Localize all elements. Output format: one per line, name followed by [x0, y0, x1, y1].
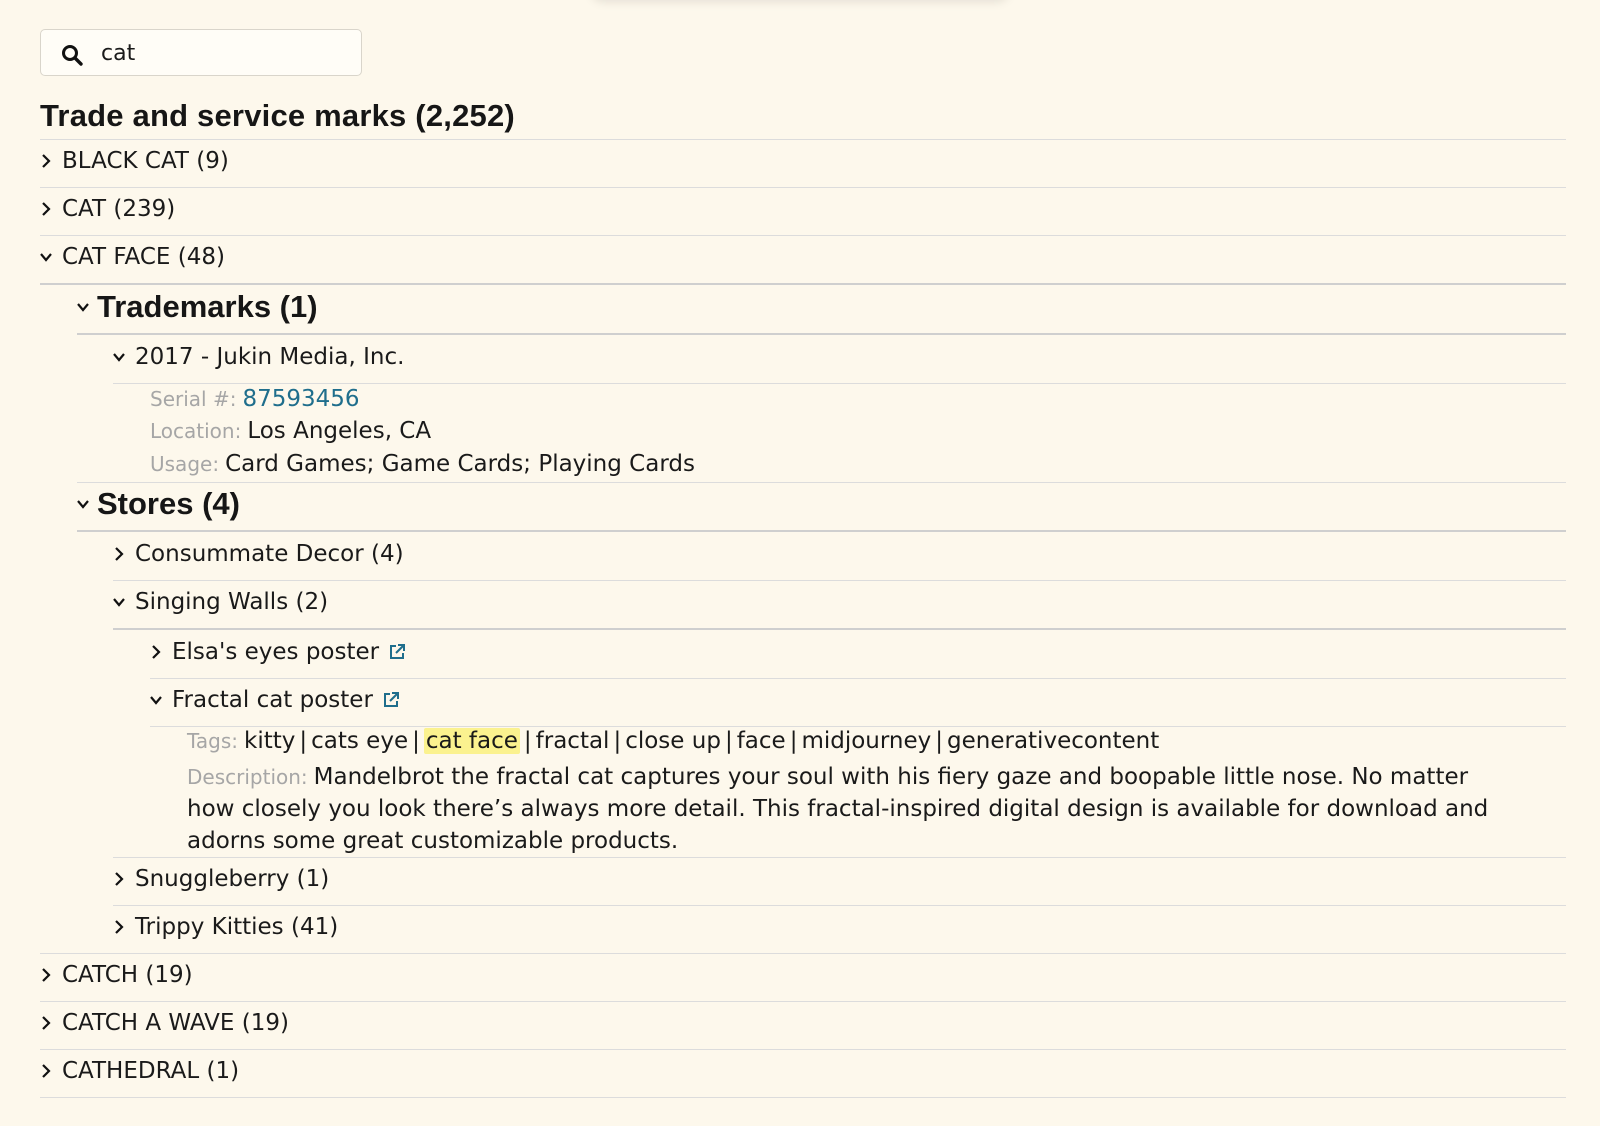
divider [77, 333, 1566, 335]
divider [77, 482, 1566, 483]
tag-highlighted[interactable]: cat face [423, 728, 520, 754]
divider [77, 530, 1566, 532]
page-title: Trade and service marks (2,252) [40, 98, 515, 133]
trademark-entry[interactable]: 2017 - Jukin Media, Inc. [113, 344, 404, 370]
divider [40, 1001, 1566, 1002]
store-trippy-kitties[interactable]: Trippy Kitties (41) [113, 914, 338, 940]
divider [150, 726, 1566, 727]
location-field: Location: Los Angeles, CA [150, 418, 432, 444]
store-singing-walls[interactable]: Singing Walls (2) [113, 589, 328, 615]
divider [113, 383, 1566, 384]
section-stores[interactable]: Stores (4) [77, 486, 240, 522]
description-text: Mandelbrot the fractal cat captures your… [187, 764, 1489, 854]
chevron-right-icon [152, 645, 161, 659]
mark-catch-a-wave[interactable]: CATCH A WAVE (19) [40, 1010, 289, 1036]
serial-field: Serial #: 87593456 [150, 386, 360, 412]
divider [40, 139, 1566, 140]
divider [40, 1049, 1566, 1050]
tag[interactable]: fractal [536, 728, 610, 754]
chevron-right-icon [115, 920, 124, 934]
chevron-right-icon [42, 1016, 51, 1030]
divider [40, 187, 1566, 188]
mark-cat[interactable]: CAT (239) [40, 196, 175, 222]
chevron-down-icon [113, 598, 125, 607]
product-elsas-eyes-poster[interactable]: Elsa's eyes poster [150, 639, 406, 665]
search-input[interactable] [101, 38, 341, 68]
chevron-down-icon [77, 500, 89, 509]
chevron-right-icon [42, 968, 51, 982]
chevron-down-icon [77, 303, 89, 312]
usage-field: Usage: Card Games; Game Cards; Playing Ca… [150, 451, 695, 477]
mark-cathedral[interactable]: CATHEDRAL (1) [40, 1058, 239, 1084]
product-tags: Tags: kitty | cats eye | cat face | fractal | clo… [187, 728, 1160, 754]
chevron-down-icon [150, 696, 162, 705]
chevron-right-icon [42, 202, 51, 216]
tag[interactable]: midjourney [801, 728, 931, 754]
chevron-right-icon [42, 1064, 51, 1078]
store-snuggleberry[interactable]: Snuggleberry (1) [113, 866, 329, 892]
product-description: Description: Mandelbrot the fractal cat c… [187, 764, 1489, 854]
tag[interactable]: face [737, 728, 786, 754]
divider [113, 628, 1566, 630]
external-link-icon[interactable] [382, 691, 400, 709]
chevron-right-icon [115, 547, 124, 561]
product-fractal-cat-poster[interactable]: Fractal cat poster [150, 687, 400, 713]
mark-catch[interactable]: CATCH (19) [40, 962, 193, 988]
store-consummate-decor[interactable]: Consummate Decor (4) [113, 541, 404, 567]
search-box[interactable] [40, 29, 362, 76]
divider [113, 580, 1566, 581]
chevron-right-icon [42, 154, 51, 168]
external-link-icon[interactable] [388, 643, 406, 661]
divider [150, 678, 1566, 679]
chevron-right-icon [115, 872, 124, 886]
divider [113, 905, 1566, 906]
divider [40, 953, 1566, 954]
chevron-down-icon [113, 353, 125, 362]
serial-link[interactable]: 87593456 [242, 386, 359, 412]
divider [40, 1097, 1566, 1098]
tag[interactable]: kitty [244, 728, 295, 754]
mark-black-cat[interactable]: BLACK CAT (9) [40, 148, 229, 174]
mark-cat-face[interactable]: CAT FACE (48) [40, 244, 225, 270]
chevron-down-icon [40, 253, 52, 262]
divider [40, 283, 1566, 285]
section-trademarks[interactable]: Trademarks (1) [77, 289, 318, 325]
tag[interactable]: cats eye [311, 728, 408, 754]
tag[interactable]: generativecontent [947, 728, 1159, 754]
divider [113, 857, 1566, 858]
tag[interactable]: close up [625, 728, 721, 754]
search-icon [62, 45, 83, 66]
divider [40, 235, 1566, 236]
